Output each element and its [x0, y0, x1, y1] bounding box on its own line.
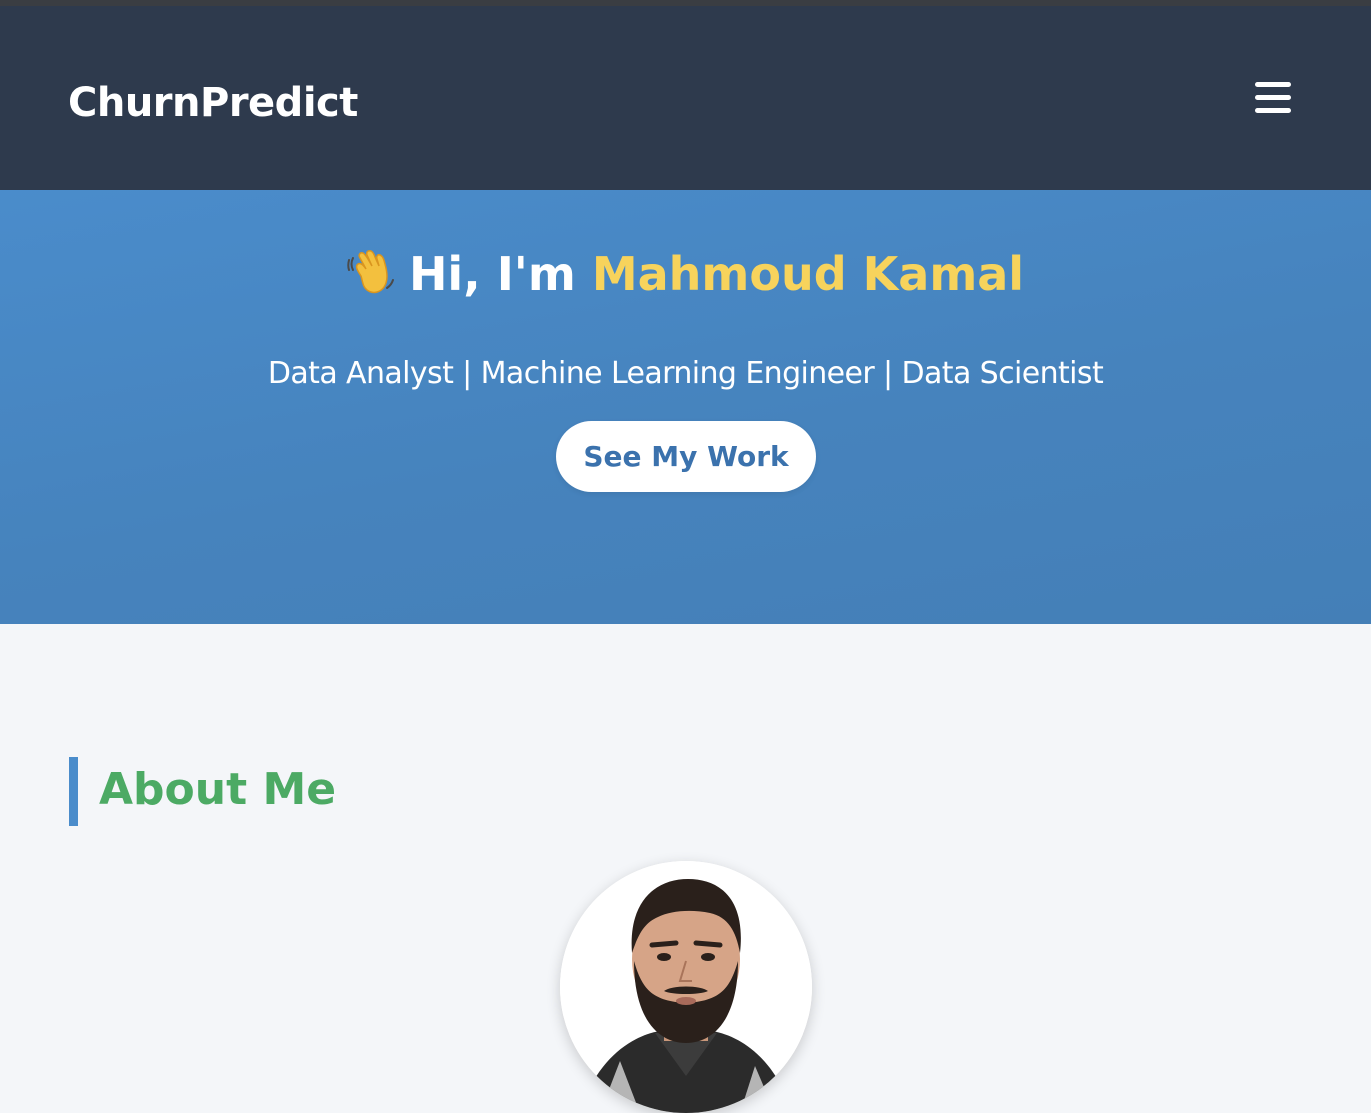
hero-title: Hi, I'm Mahmoud Kamal — [0, 246, 1371, 301]
waving-hand-icon — [347, 246, 399, 301]
see-my-work-button[interactable]: See My Work — [556, 421, 816, 492]
greeting-text: Hi, I'm — [408, 247, 592, 301]
about-title: About Me — [99, 764, 337, 815]
section-accent-bar — [69, 757, 78, 826]
hamburger-menu-icon[interactable] — [1253, 79, 1293, 115]
about-section: About Me — [0, 624, 1371, 1113]
waving-hand-glyph — [347, 250, 394, 294]
hero-name: Mahmoud Kamal — [591, 247, 1025, 301]
brand-logo[interactable]: ChurnPredict — [68, 80, 358, 126]
navbar: ChurnPredict — [0, 6, 1371, 190]
hero-section: Hi, I'm Mahmoud Kamal Data Analyst | Mac… — [0, 190, 1371, 624]
avatar — [560, 861, 812, 1113]
profile-photo — [560, 861, 812, 1113]
hero-subtitle: Data Analyst | Machine Learning Engineer… — [267, 356, 1104, 391]
